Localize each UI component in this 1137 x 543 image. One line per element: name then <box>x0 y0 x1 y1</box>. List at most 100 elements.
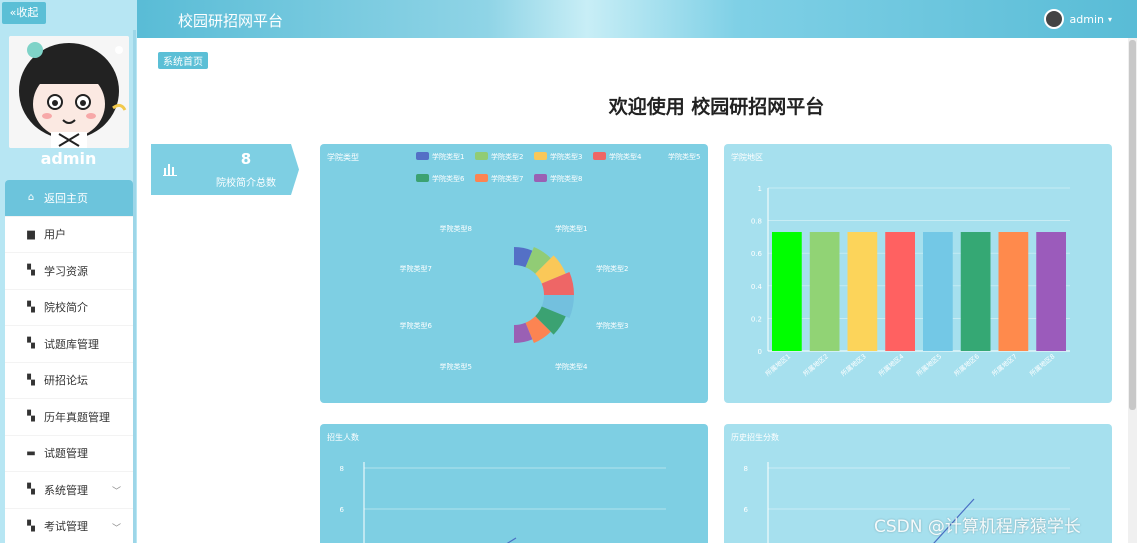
sidebar-item-label: 研招论坛 <box>44 374 88 388</box>
chart-panel-college-type: 学院类型 学院类型1 学院类型2 学院类型3 学院类型4 学院类型5 学院类型6 学院类型7… <box>320 144 708 403</box>
y-tick-label: 0 <box>758 348 762 356</box>
y-tick-label: 1 <box>758 185 762 193</box>
sidebar-item-label: 考试管理 <box>44 520 88 534</box>
pie-label: 学院类型3 <box>596 321 628 330</box>
grid-icon: ▚ <box>27 484 35 496</box>
legend-swatch <box>416 152 429 160</box>
legend-label: 学院类型5 <box>668 152 700 161</box>
legend-label: 学院类型1 <box>432 152 464 161</box>
chart-panel-enrollment: 招生人数 86 <box>320 424 708 543</box>
pie-label: 学院类型7 <box>400 264 432 273</box>
legend-swatch <box>534 152 547 160</box>
sidebar-item-exams[interactable]: ▚ 考试管理 ﹀ <box>5 508 133 543</box>
legend-label: 学院类型7 <box>491 174 523 183</box>
pie-label: 学院类型4 <box>555 362 588 371</box>
legend-swatch <box>416 174 429 182</box>
bar-chart: 0 0.2 0.4 0.6 0.8 1 所属地区1 所属地区2 所属地区3 所属地区4 所属地区5 所… <box>751 185 1070 378</box>
watermark: CSDN @计算机程序猿学长 <box>874 517 1081 537</box>
x-tick-label: 所属地区2 <box>801 352 830 378</box>
chevron-down-icon: ▾ <box>1107 14 1112 24</box>
page-scrollbar-thumb[interactable] <box>1129 40 1136 410</box>
stat-label: 院校简介总数 <box>216 178 276 189</box>
pie-label: 学院类型1 <box>555 224 587 233</box>
sidebar-item-forum[interactable]: ▚ 研招论坛 <box>5 362 133 399</box>
sidebar-item-system[interactable]: ▚ 系统管理 ﹀ <box>5 472 133 509</box>
x-tick-label: 所属地区8 <box>1028 352 1057 378</box>
sidebar-item-learning-resources[interactable]: ▚ 学习资源 <box>5 253 133 290</box>
sidebar-item-question-bank[interactable]: ▚ 试题库管理 <box>5 326 133 363</box>
x-tick-label: 所属地区7 <box>990 352 1019 378</box>
pie-label: 学院类型2 <box>596 264 628 273</box>
line-chart: 86 <box>340 462 666 543</box>
sidebar-item-label: 院校简介 <box>44 301 88 315</box>
sidebar-user-name: admin <box>40 149 97 168</box>
bar <box>809 232 840 351</box>
sidebar-item-label: 试题库管理 <box>44 337 99 351</box>
pie-label: 学院类型8 <box>440 224 472 233</box>
x-tick-label: 所属地区5 <box>914 352 943 378</box>
x-tick-label: 所属地区6 <box>952 352 981 378</box>
page-title: 欢迎使用 校园研招网平台 <box>608 96 825 118</box>
sidebar-item-label: 返回主页 <box>44 191 88 205</box>
sidebar-item-questions[interactable]: ▬ 试题管理 <box>5 435 133 472</box>
legend-swatch <box>534 174 547 182</box>
sidebar-item-label: 用户 <box>44 228 66 242</box>
chevron-down-icon: ﹀ <box>111 487 121 497</box>
grid-icon: ▚ <box>27 301 35 313</box>
x-tick-label: 所属地区4 <box>877 352 906 378</box>
briefcase-icon: ▬ <box>26 447 36 459</box>
collapse-sidebar-button[interactable]: «收起 <box>2 2 46 24</box>
sidebar-item-school-intro[interactable]: ▚ 院校简介 <box>5 289 133 326</box>
legend-label: 学院类型3 <box>550 152 582 161</box>
legend-label: 学院类型4 <box>609 152 642 161</box>
x-tick-label: 所属地区3 <box>839 352 868 378</box>
y-tick-label: 0.8 <box>751 218 762 226</box>
sidebar-menu: ⌂ 返回主页 ▆ 用户 ▚ 学习资源 ▚ 院校简介 ▚ 试题库管理 ▚ 研招论坛… <box>5 180 133 543</box>
top-header: 校园研招网平台 admin ▾ <box>137 0 1137 38</box>
sidebar-item-past-exams[interactable]: ▚ 历年真题管理 <box>5 399 133 436</box>
bar <box>1036 232 1066 351</box>
legend-swatch <box>593 152 606 160</box>
grid-icon: ▚ <box>27 338 35 350</box>
site-title: 校园研招网平台 <box>178 12 284 30</box>
sidebar-item-label: 试题管理 <box>44 447 88 461</box>
y-tick-label: 6 <box>744 506 749 514</box>
pie-chart: 学院类型1 学院类型2 学院类型3 学院类型4 学院类型5 学院类型6 学院类型7 学院类型8… <box>400 152 700 371</box>
sidebar-item-label: 学习资源 <box>44 264 88 278</box>
sidebar-item-home[interactable]: ⌂ 返回主页 <box>5 180 133 217</box>
breadcrumb[interactable]: 系统首页 <box>158 52 208 69</box>
user-icon: ▆ <box>27 228 35 240</box>
home-icon: ⌂ <box>27 192 35 204</box>
pie-label: 学院类型6 <box>400 321 433 330</box>
bar <box>847 232 878 351</box>
legend-swatch <box>475 174 488 182</box>
sidebar-scrollbar[interactable] <box>133 30 136 543</box>
avatar <box>9 36 129 148</box>
grid-icon: ▚ <box>27 265 35 277</box>
y-tick-label: 6 <box>340 506 345 514</box>
legend-label: 学院类型6 <box>432 174 465 183</box>
sidebar: «收起 admin ⌂ 返回主页 ▆ 用户 ▚ 学习资源 ▚ 院校简介 ▚ 试题… <box>0 0 137 543</box>
y-tick-label: 8 <box>744 465 748 473</box>
grid-icon: ▚ <box>27 411 35 423</box>
bar <box>960 232 991 351</box>
sidebar-item-users[interactable]: ▆ 用户 <box>5 216 133 253</box>
legend-label: 学院类型2 <box>491 152 523 161</box>
bar <box>923 232 953 351</box>
user-menu[interactable]: admin ▾ <box>1043 9 1112 29</box>
user-avatar <box>1043 9 1064 29</box>
legend-label: 学院类型8 <box>550 174 582 183</box>
bar <box>885 232 915 351</box>
y-tick-label: 0.6 <box>751 250 763 258</box>
stat-value: 8 <box>240 150 252 168</box>
grid-icon: ▚ <box>27 520 35 532</box>
grid-icon: ▚ <box>27 374 35 386</box>
user-menu-label: admin <box>1069 12 1104 26</box>
bar <box>772 232 802 351</box>
y-tick-label: 0.4 <box>751 283 763 291</box>
sidebar-item-label: 系统管理 <box>44 483 88 497</box>
series-line <box>506 537 517 543</box>
y-tick-label: 0.2 <box>751 315 762 323</box>
stat-card: 8 院校简介总数 <box>151 144 299 195</box>
bar <box>998 232 1029 351</box>
